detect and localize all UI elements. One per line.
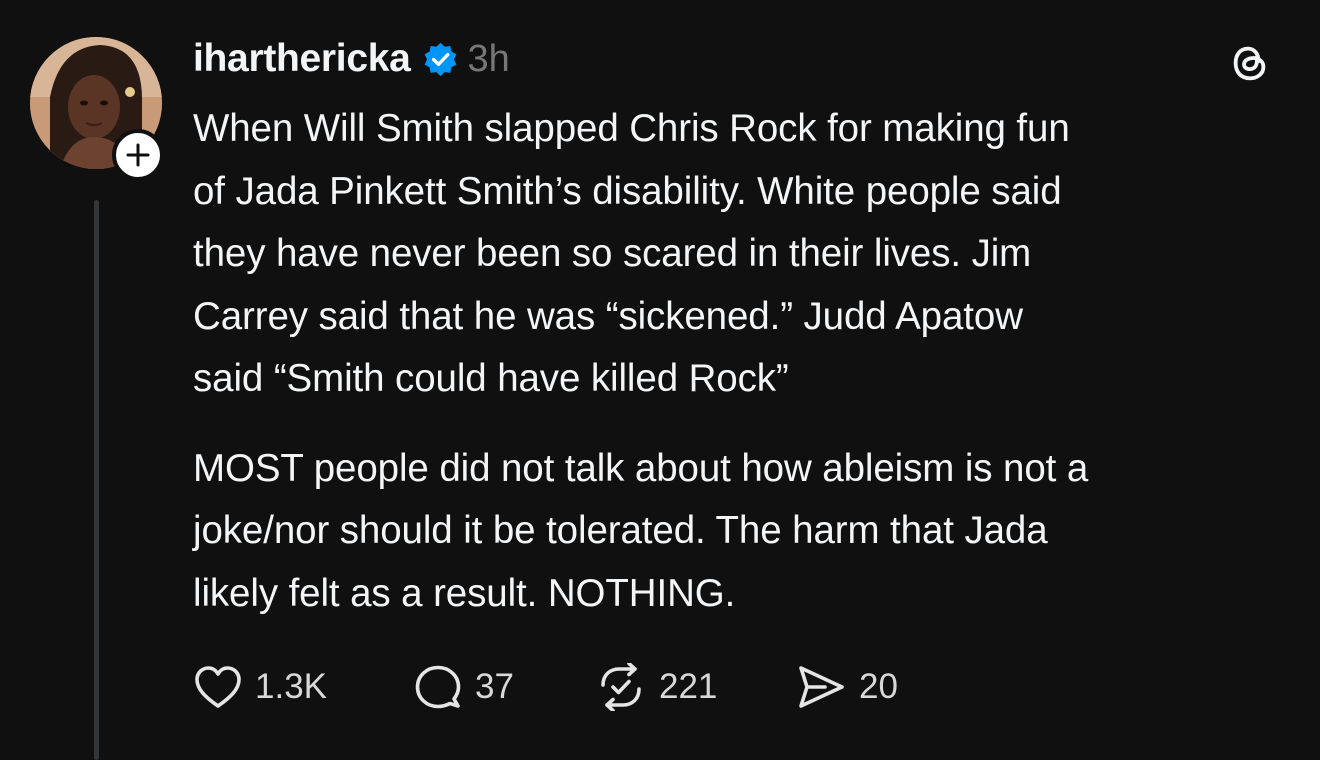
- plus-icon: [126, 143, 150, 167]
- post-timestamp: 3h: [467, 37, 510, 80]
- repost-count: 221: [659, 667, 718, 706]
- like-button[interactable]: 1.3K: [193, 664, 413, 710]
- share-count: 20: [859, 667, 898, 706]
- post-paragraph-2: MOST people did not talk about how ablei…: [193, 446, 1089, 615]
- repost-button[interactable]: 221: [595, 663, 795, 711]
- send-icon: [799, 666, 844, 708]
- post-header: iharthericka 3h: [193, 30, 510, 88]
- post-action-bar: 1.3K 37 221 20: [193, 662, 898, 712]
- threads-logo-icon[interactable]: [1227, 40, 1273, 86]
- comment-icon: [415, 665, 461, 709]
- share-button[interactable]: 20: [795, 664, 898, 710]
- repost-icon: [601, 663, 641, 711]
- author-username[interactable]: iharthericka: [193, 37, 411, 81]
- heart-icon: [195, 666, 241, 708]
- reply-button[interactable]: 37: [413, 663, 595, 711]
- like-count: 1.3K: [255, 667, 327, 706]
- thread-line: [94, 200, 99, 760]
- verified-badge-icon: [424, 42, 456, 76]
- follow-button[interactable]: [112, 129, 164, 181]
- reply-count: 37: [475, 667, 514, 706]
- post-paragraph-1: When Will Smith slapped Chris Rock for m…: [193, 107, 1070, 400]
- author-avatar-container[interactable]: [30, 37, 164, 181]
- post-body: When Will Smith slapped Chris Rock for m…: [193, 98, 1293, 625]
